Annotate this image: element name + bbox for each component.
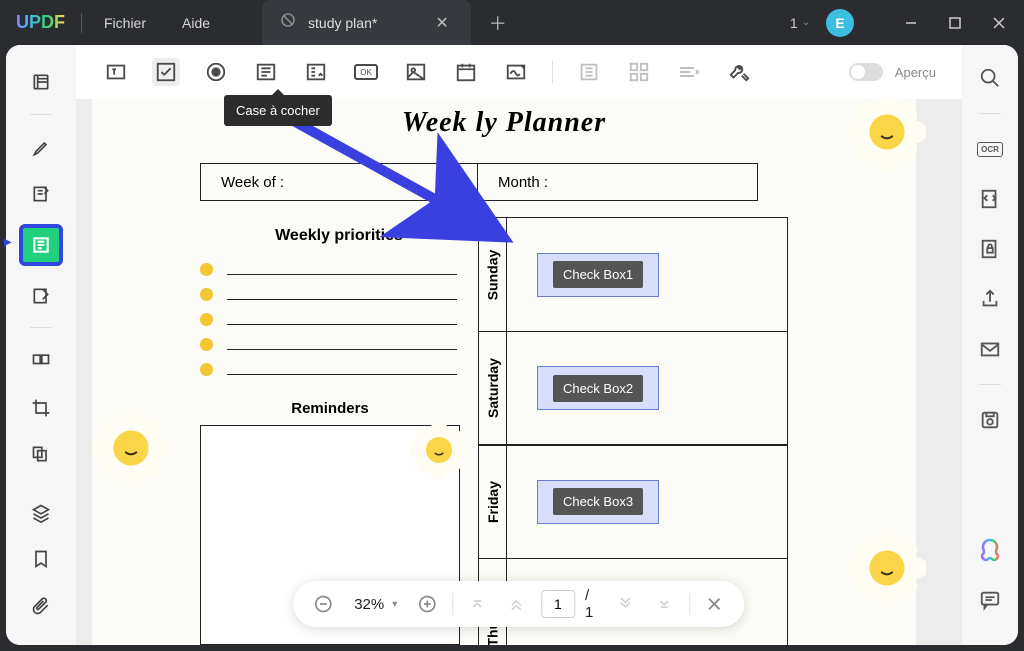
form-checkbox-2[interactable]: Check Box2	[537, 366, 659, 410]
day-label: Friday	[485, 480, 501, 522]
decoration-flower	[848, 529, 926, 612]
schedule-row-friday: Friday Check Box3	[478, 444, 788, 559]
zoom-in-icon[interactable]	[413, 589, 442, 619]
decoration-flower	[848, 99, 926, 176]
page-counter[interactable]: 1⌄	[784, 15, 816, 31]
form-toolbar: OK Aperçu	[76, 45, 962, 99]
schedule-row-saturday: Saturday Check Box2	[478, 331, 788, 446]
form-checkbox-3[interactable]: Check Box3	[537, 480, 659, 524]
date-tool-icon[interactable]	[452, 58, 480, 86]
page-total: / 1	[585, 587, 601, 621]
zoom-level[interactable]: 32%▾	[348, 596, 403, 613]
distribute-tool-icon[interactable]	[625, 58, 653, 86]
day-label: Saturday	[485, 358, 501, 418]
form-tool-icon[interactable]	[19, 224, 63, 267]
decoration-flower	[92, 409, 170, 492]
last-page-icon[interactable]	[650, 589, 679, 619]
order-tool-icon[interactable]	[675, 58, 703, 86]
preview-label: Aperçu	[895, 65, 936, 80]
layers-icon[interactable]	[23, 496, 59, 531]
reminders-title: Reminders	[200, 400, 460, 417]
left-sidebar: ▶	[6, 45, 76, 645]
window-minimize-icon[interactable]	[894, 6, 928, 40]
save-icon[interactable]	[975, 405, 1005, 435]
svg-text:OK: OK	[360, 68, 372, 77]
prev-page-icon[interactable]	[502, 589, 531, 619]
convert-icon[interactable]	[975, 184, 1005, 214]
ocr-icon[interactable]: OCR	[975, 134, 1005, 164]
pager-close-icon[interactable]	[700, 589, 729, 619]
comments-icon[interactable]	[975, 585, 1005, 615]
sidebar-active-caret: ▶	[4, 237, 12, 248]
highlight-icon[interactable]	[23, 131, 59, 166]
assistant-logo-icon[interactable]	[975, 535, 1005, 565]
first-page-icon[interactable]	[463, 589, 492, 619]
listbox-tool-icon[interactable]	[302, 58, 330, 86]
tooltip: Case à cocher	[224, 95, 332, 126]
tab-doc-icon	[280, 12, 296, 33]
title-bar: UPDF Fichier Aide study plan* ✕ ＋ 1⌄ E	[0, 0, 1024, 45]
new-tab-button[interactable]: ＋	[479, 10, 517, 36]
menu-file[interactable]: Fichier	[90, 15, 160, 31]
checkbox-tool-icon[interactable]	[152, 58, 180, 86]
align-tool-icon[interactable]	[575, 58, 603, 86]
main-area: ▶ OK	[6, 45, 1018, 645]
signature-tool-icon[interactable]	[502, 58, 530, 86]
tools-tool-icon[interactable]	[725, 58, 753, 86]
tab-close-icon[interactable]: ✕	[431, 13, 452, 33]
edit-page-icon[interactable]	[23, 278, 59, 313]
menu-help[interactable]: Aide	[168, 15, 224, 31]
search-icon[interactable]	[975, 63, 1005, 93]
preview-toggle[interactable]	[849, 63, 883, 81]
email-icon[interactable]	[975, 334, 1005, 364]
protect-icon[interactable]	[975, 234, 1005, 264]
image-tool-icon[interactable]	[402, 58, 430, 86]
radio-tool-icon[interactable]	[202, 58, 230, 86]
window-close-icon[interactable]	[982, 6, 1016, 40]
content-area: OK Aperçu Case à cocher Week ly Planner	[76, 45, 962, 645]
form-checkbox-1[interactable]: Check Box1	[537, 253, 659, 297]
next-page-icon[interactable]	[611, 589, 640, 619]
crop-icon[interactable]	[23, 390, 59, 425]
attachment-icon[interactable]	[23, 589, 59, 624]
annotate-icon[interactable]	[23, 177, 59, 212]
button-tool-icon[interactable]: OK	[352, 58, 380, 86]
text-field-tool-icon[interactable]	[102, 58, 130, 86]
compare-icon[interactable]	[23, 437, 59, 472]
right-sidebar: OCR	[962, 45, 1018, 645]
share-icon[interactable]	[975, 284, 1005, 314]
zoom-out-icon[interactable]	[309, 589, 338, 619]
organize-pages-icon[interactable]	[23, 344, 59, 379]
decoration-flower	[410, 421, 468, 484]
page-navigator: 32%▾ / 1	[293, 581, 744, 627]
document-tab[interactable]: study plan* ✕	[262, 0, 471, 45]
window-maximize-icon[interactable]	[938, 6, 972, 40]
app-logo: UPDF	[8, 12, 73, 33]
tab-title: study plan*	[308, 15, 377, 31]
user-avatar[interactable]: E	[826, 9, 854, 37]
bookmark-icon[interactable]	[23, 542, 59, 577]
page-number-input[interactable]	[541, 590, 575, 618]
reader-mode-icon[interactable]	[23, 65, 59, 100]
dropdown-tool-icon[interactable]	[252, 58, 280, 86]
annotation-arrow	[278, 113, 528, 273]
